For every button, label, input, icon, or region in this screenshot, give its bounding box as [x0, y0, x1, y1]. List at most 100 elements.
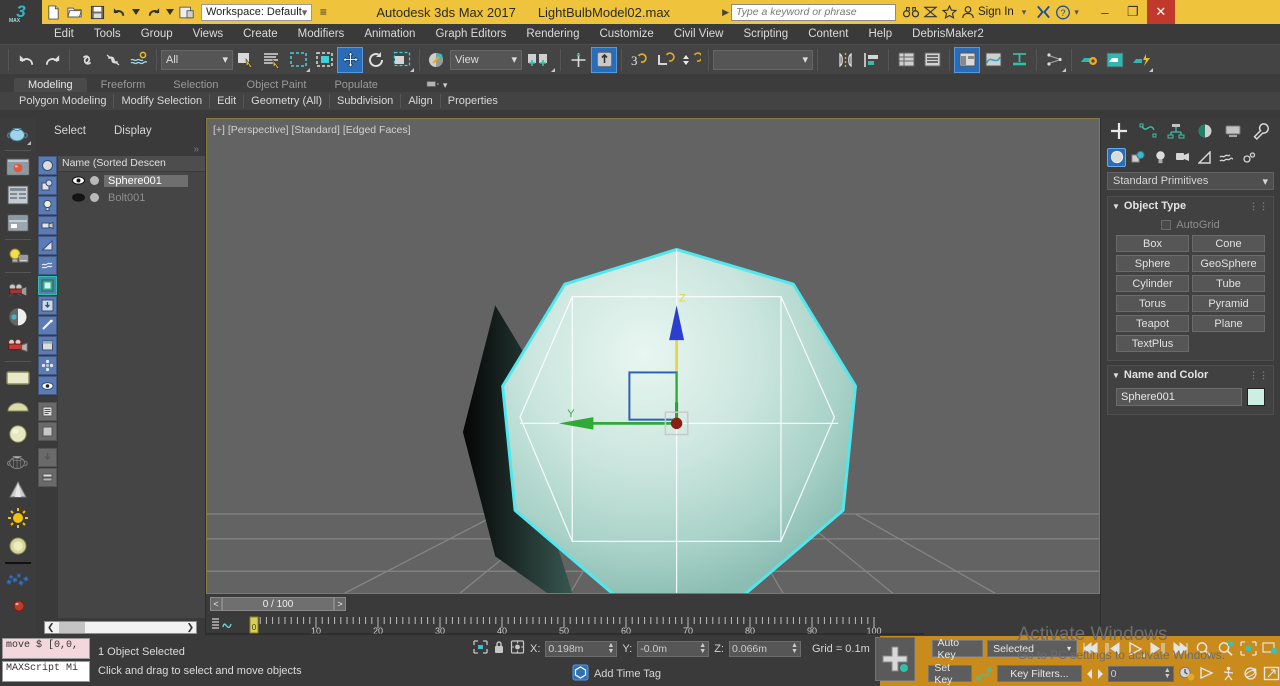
dome-primitive-icon[interactable] [3, 392, 33, 420]
teapot-object-icon[interactable] [3, 120, 33, 148]
material-editor-icon[interactable] [3, 153, 33, 181]
next-frame-icon[interactable] [1149, 639, 1168, 658]
curve-editor-icon[interactable] [980, 47, 1006, 73]
scroll-left-arrow-icon[interactable]: ❮ [45, 622, 55, 633]
explorer-menu-select[interactable]: Select [54, 125, 86, 137]
cameras-category-icon[interactable] [1173, 148, 1192, 167]
filter-visibility-eye-icon[interactable] [37, 376, 57, 395]
display-tab[interactable] [1221, 120, 1245, 142]
spinner-arrows-icon[interactable]: ▲ ▼ [607, 642, 614, 655]
angle-snap-toggle-icon[interactable]: 3 [626, 47, 652, 73]
horizontal-scrollbar[interactable]: ❮ ❯ [44, 620, 197, 634]
maximize-viewport-toggle-icon[interactable] [1263, 664, 1280, 683]
minimize-button[interactable]: – [1091, 0, 1119, 24]
motion-tab[interactable] [1193, 120, 1217, 142]
pan-view-icon[interactable] [1199, 664, 1216, 683]
set-key-filters-toggle-icon[interactable] [976, 664, 993, 683]
create-torus-button[interactable]: Torus [1116, 295, 1189, 312]
help-icon[interactable]: ? [1053, 3, 1072, 22]
close-button[interactable]: ✕ [1146, 0, 1175, 24]
space-warps-category-icon[interactable] [1217, 148, 1236, 167]
select-and-move-icon[interactable] [337, 46, 363, 73]
ribbon-button-modify-selection[interactable]: Modify Selection [114, 94, 211, 108]
perspective-viewport[interactable]: [+] [Perspective] [Standard] [Edged Face… [206, 118, 1100, 594]
object-type-rollout-header[interactable]: ▼ Object Type ⋮⋮ [1108, 197, 1273, 215]
undo-icon[interactable] [13, 47, 39, 73]
ribbon-tab-selection[interactable]: Selection [159, 78, 232, 92]
filter-bones-icon[interactable] [37, 316, 57, 335]
rendered-frame-window-icon[interactable] [1102, 47, 1128, 73]
menu-item-views[interactable]: Views [183, 24, 233, 44]
filter-xrefs-icon[interactable] [37, 296, 57, 315]
explorer-layers-icon[interactable] [37, 468, 57, 487]
time-slider[interactable]: < 0 / 100 > [206, 594, 1100, 614]
undo-dropdown-icon[interactable] [131, 2, 141, 22]
create-sphere-button[interactable]: Sphere [1116, 255, 1189, 272]
schematic-view-icon[interactable] [1006, 47, 1032, 73]
walkthrough-icon[interactable] [1220, 664, 1237, 683]
autogrid-checkbox[interactable] [1161, 220, 1172, 230]
scene-explorer-toggle-icon[interactable] [954, 46, 980, 73]
create-cone-button[interactable]: Cone [1192, 235, 1265, 252]
red-sphere-tool-icon[interactable] [3, 594, 33, 622]
orbit-icon[interactable] [1242, 664, 1259, 683]
select-object-icon[interactable] [233, 47, 259, 73]
use-pivot-point-center-icon[interactable] [522, 47, 556, 73]
plane-primitive-icon[interactable] [3, 364, 33, 392]
object-color-swatch[interactable] [1247, 388, 1265, 406]
viewport-3d-scene[interactable]: Z Y [207, 119, 1099, 594]
create-pyramid-button[interactable]: Pyramid [1192, 295, 1265, 312]
shadow-sphere-icon[interactable] [3, 303, 33, 331]
open-file-icon[interactable] [65, 2, 85, 22]
visibility-eye-icon[interactable] [72, 192, 85, 203]
menu-item-group[interactable]: Group [131, 24, 183, 44]
play-animation-icon[interactable] [1126, 639, 1145, 658]
menu-item-debrismaker2[interactable]: DebrisMaker2 [902, 24, 994, 44]
light-lister-icon[interactable] [3, 242, 33, 270]
cone-primitive-icon[interactable] [3, 476, 33, 504]
create-tube-button[interactable]: Tube [1192, 275, 1265, 292]
select-and-link-icon[interactable] [74, 47, 100, 73]
filter-containers-icon[interactable] [37, 336, 57, 355]
list-item[interactable]: Sphere001 [58, 172, 205, 189]
zoom-extents-icon[interactable] [1239, 639, 1258, 658]
restore-button[interactable]: ❐ [1119, 0, 1147, 24]
filter-cameras-icon[interactable] [37, 216, 57, 235]
time-configuration-icon[interactable] [1178, 664, 1195, 683]
zoom-all-icon[interactable] [1216, 639, 1235, 658]
ribbon-button-properties[interactable]: Properties [441, 94, 505, 108]
z-coordinate-input[interactable]: 0.066m ▲ ▼ [728, 640, 801, 657]
y-coordinate-input[interactable]: -0.0m ▲ ▼ [637, 640, 710, 657]
maxscript-output-line[interactable]: move $ [0,0, [2, 638, 90, 659]
menu-item-create[interactable]: Create [233, 24, 288, 44]
bind-to-space-warp-icon[interactable] [126, 47, 152, 73]
selection-lock-icon[interactable] [493, 640, 505, 657]
menu-item-help[interactable]: Help [858, 24, 902, 44]
render-setup-icon[interactable] [1076, 47, 1102, 73]
align-icon[interactable] [858, 47, 884, 73]
ribbon-button-subdivision[interactable]: Subdivision [330, 94, 402, 108]
menu-item-content[interactable]: Content [798, 24, 858, 44]
absolute-relative-mode-icon[interactable] [510, 640, 525, 657]
video-camera-icon[interactable] [3, 331, 33, 359]
maxscript-mini-listener[interactable]: move $ [0,0, MAXScript Mi [0, 636, 92, 686]
selection-lock-region-icon[interactable] [473, 640, 488, 657]
debris-maker-icon[interactable] [3, 566, 33, 594]
utilities-tab[interactable] [1250, 120, 1274, 142]
explorer-expand-chevron-icon[interactable]: » [36, 144, 205, 156]
list-item[interactable]: Bolt001 [58, 189, 205, 206]
3ds-max-logo[interactable]: 3 MAX [0, 0, 42, 24]
create-plane-button[interactable]: Plane [1192, 315, 1265, 332]
help-dropdown-icon[interactable]: ▾ [1074, 7, 1079, 18]
menu-item-modifiers[interactable]: Modifiers [288, 24, 355, 44]
reference-coordinate-icon[interactable] [424, 47, 450, 73]
menu-item-rendering[interactable]: Rendering [516, 24, 589, 44]
scrollbar-thumb[interactable] [58, 621, 85, 633]
select-and-rotate-icon[interactable] [363, 47, 389, 73]
reference-coordinate-dropdown[interactable]: View ▾ [450, 49, 522, 70]
menu-item-civil-view[interactable]: Civil View [664, 24, 734, 44]
explorer-menu-display[interactable]: Display [114, 125, 152, 137]
explorer-blank-tab-icon[interactable] [37, 422, 57, 441]
explorer-pin-icon[interactable] [37, 448, 57, 467]
ribbon-button-polygon-modeling[interactable]: Polygon Modeling [12, 94, 115, 108]
